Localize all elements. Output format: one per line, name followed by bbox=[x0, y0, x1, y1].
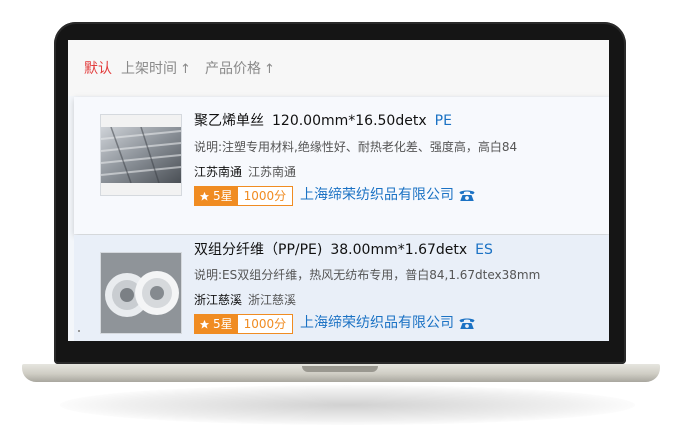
sort-price-label: 产品价格 bbox=[205, 61, 261, 77]
product-description: 说明:注塑专用材料,绝缘性好、耐热老化差、强度高，高白84 bbox=[194, 140, 518, 154]
location-secondary: 江苏南通 bbox=[248, 165, 297, 179]
product-code: PE bbox=[434, 113, 452, 129]
location-primary: 江苏南通 bbox=[194, 165, 243, 179]
product-code: ES bbox=[475, 242, 493, 258]
laptop-shadow bbox=[60, 385, 635, 425]
rating-badge: 5星 1000分 bbox=[194, 186, 294, 206]
product-title[interactable]: 聚乙烯单丝 120.00mm*16.50detx PE bbox=[194, 112, 452, 130]
screen-dot bbox=[78, 330, 80, 332]
phone-icon[interactable] bbox=[458, 315, 476, 331]
fiber-rolls-image[interactable] bbox=[100, 252, 182, 334]
rating-star: 5星 bbox=[195, 315, 238, 333]
sort-listing-time-label: 上架时间 bbox=[121, 61, 177, 77]
screen: 默认 上架时间 ↑ 产品价格 ↑ 聚乙烯单丝 120.00mm*16.50det… bbox=[68, 40, 609, 341]
product-card[interactable]: 双组分纤维（PP/PE) 38.00mm*1.67detx ES 说明:ES双组分纤… bbox=[74, 235, 609, 341]
product-location: 浙江慈溪 浙江慈溪 bbox=[194, 292, 296, 308]
product-spec: 38.00mm*1.67detx bbox=[330, 242, 468, 258]
rating-score: 1000分 bbox=[237, 315, 293, 333]
sort-up-icon: ↑ bbox=[180, 62, 191, 77]
product-card[interactable]: 聚乙烯单丝 120.00mm*16.50detx PE 说明:注塑专用材料,绝缘性好… bbox=[74, 97, 609, 234]
star-icon bbox=[199, 191, 210, 201]
sort-listing-time[interactable]: 上架时间 ↑ bbox=[121, 60, 191, 79]
sort-price[interactable]: 产品价格 ↑ bbox=[205, 60, 275, 79]
star-icon bbox=[199, 319, 210, 329]
company-link[interactable]: 上海缔荣纺织品有限公司 bbox=[300, 314, 454, 332]
sort-default[interactable]: 默认 bbox=[84, 60, 112, 78]
product-name: 聚乙烯单丝 bbox=[194, 113, 264, 129]
sort-bar: 默认 上架时间 ↑ 产品价格 ↑ bbox=[68, 40, 609, 96]
product-spec: 120.00mm*16.50detx bbox=[272, 113, 427, 129]
company-link[interactable]: 上海缔荣纺织品有限公司 bbox=[300, 186, 454, 204]
sort-up-icon: ↑ bbox=[264, 62, 275, 77]
laptop-base-notch bbox=[302, 366, 378, 372]
product-description: 说明:ES双组分纤维，热风无纺布专用，普白84,1.67dtex38mm bbox=[194, 268, 541, 282]
product-title[interactable]: 双组分纤维（PP/PE) 38.00mm*1.67detx ES bbox=[194, 241, 493, 259]
rating-label: 5星 bbox=[213, 189, 233, 203]
phone-icon[interactable] bbox=[458, 187, 476, 203]
sort-default-label: 默认 bbox=[84, 61, 112, 77]
rating-star: 5星 bbox=[195, 187, 238, 205]
location-primary: 浙江慈溪 bbox=[194, 293, 243, 307]
location-secondary: 浙江慈溪 bbox=[248, 293, 297, 307]
product-location: 江苏南通 江苏南通 bbox=[194, 164, 296, 180]
rating-label: 5星 bbox=[213, 317, 233, 331]
rating-badge: 5星 1000分 bbox=[194, 314, 294, 334]
product-name: 双组分纤维（PP/PE) bbox=[194, 242, 323, 258]
rating-score: 1000分 bbox=[237, 187, 293, 205]
fiber-bale-image[interactable] bbox=[100, 114, 182, 196]
